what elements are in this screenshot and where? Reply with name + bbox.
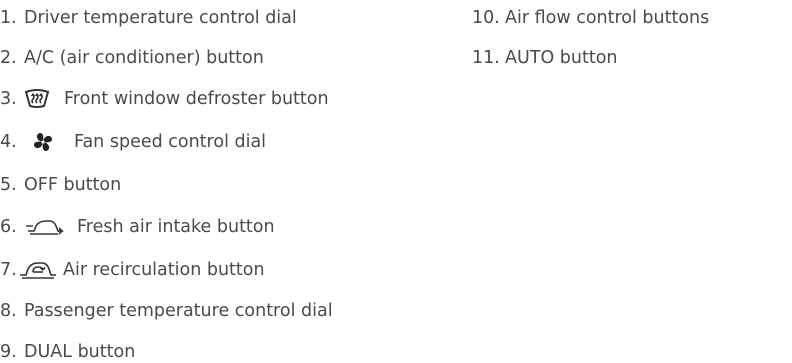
list-item: 11. AUTO button	[472, 47, 618, 69]
list-item: 9. DUAL button	[0, 341, 135, 363]
item-number: 5.	[0, 175, 17, 195]
item-label: Fresh air intake button	[77, 217, 275, 237]
item-number: 6.	[0, 217, 17, 237]
item-number: 3.	[0, 89, 17, 109]
item-label: OFF button	[24, 175, 122, 195]
item-label: Fan speed control dial	[74, 132, 267, 152]
item-label: Front window defroster button	[64, 89, 329, 109]
list-item: 3. Front window defroster button	[0, 88, 329, 110]
list-item: 2. A/C (air conditioner) button	[0, 47, 264, 69]
list-item: 10. Air flow control buttons	[472, 7, 709, 29]
item-number: 11.	[472, 48, 500, 68]
item-label: A/C (air conditioner) button	[24, 48, 264, 68]
front-defroster-icon	[24, 88, 50, 110]
item-label: Air flow control buttons	[505, 8, 710, 28]
item-label: DUAL button	[24, 342, 136, 362]
item-number: 7.	[0, 260, 17, 280]
list-item: 1. Driver temperature control dial	[0, 7, 297, 29]
item-label: Driver temperature control dial	[24, 8, 297, 28]
item-label: Air recirculation button	[63, 260, 265, 280]
item-number: 10.	[472, 8, 500, 28]
item-label: Passenger temperature control dial	[24, 301, 333, 321]
item-number: 1.	[0, 8, 17, 28]
fan-icon	[32, 131, 54, 153]
list-item: 4. Fan speed control dial	[0, 131, 266, 153]
fresh-air-icon	[24, 217, 64, 237]
item-number: 8.	[0, 301, 17, 321]
item-label: AUTO button	[505, 48, 618, 68]
list-item: 6. Fresh air intake button	[0, 216, 275, 238]
item-number: 9.	[0, 342, 17, 362]
list-item: 8. Passenger temperature control dial	[0, 300, 333, 322]
list-item: 7. Air recirculation button	[0, 259, 265, 281]
list-item: 5. OFF button	[0, 174, 121, 196]
recirculation-icon	[17, 259, 59, 281]
item-number: 2.	[0, 48, 17, 68]
item-number: 4.	[0, 132, 17, 152]
